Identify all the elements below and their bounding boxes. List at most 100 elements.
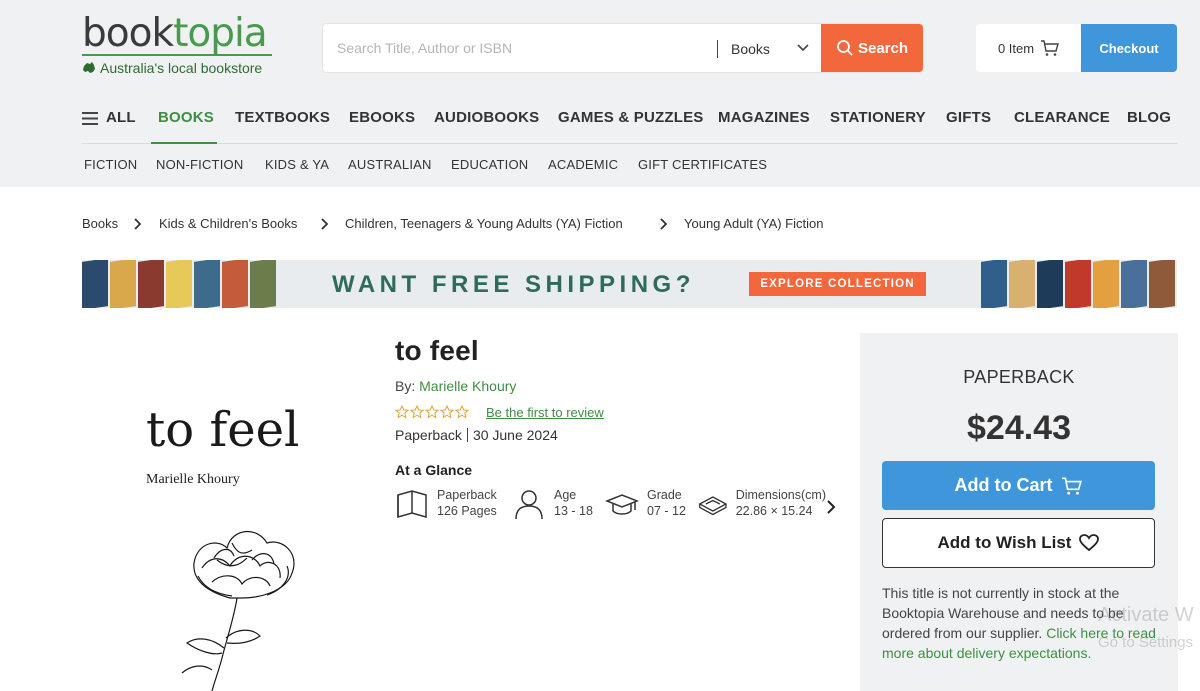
- search-button[interactable]: Search: [821, 24, 923, 72]
- book-cover-image: [1009, 260, 1035, 308]
- product-format: Paperback: [395, 427, 462, 443]
- heart-icon: [1079, 534, 1100, 552]
- search-category-select[interactable]: Books: [731, 41, 770, 57]
- breadcrumb-item[interactable]: Books: [82, 216, 118, 231]
- explore-collection-button[interactable]: EXPLORE COLLECTION: [749, 272, 926, 296]
- book-cover-image: [981, 260, 1007, 308]
- glance-label: Age: [554, 488, 577, 502]
- site-header: booktopia Australia's local bookstore Bo…: [0, 0, 1200, 187]
- glance-item-age: Age 13 - 18: [512, 487, 593, 523]
- nav-divider: [82, 143, 1177, 144]
- glance-item-format: Paperback 126 Pages: [395, 487, 497, 523]
- nav-item-blog[interactable]: BLOG: [1127, 109, 1171, 126]
- menu-icon[interactable]: [82, 112, 98, 125]
- flower-illustration-icon: [181, 530, 295, 691]
- logo-tagline: Australia's local bookstore: [82, 60, 262, 76]
- cart-count: 0 Item: [997, 40, 1035, 56]
- cart-icon: [1041, 40, 1059, 56]
- australia-map-icon: [83, 62, 95, 73]
- breadcrumb-item[interactable]: Children, Teenagers & Young Adults (YA) …: [345, 216, 623, 231]
- publish-date: 30 June 2024: [472, 427, 558, 443]
- breadcrumb-item[interactable]: Kids & Children's Books: [159, 216, 297, 231]
- star-icon: [395, 405, 409, 419]
- nav-active-indicator: [151, 142, 217, 144]
- breadcrumb-item[interactable]: Young Adult (YA) Fiction: [684, 216, 823, 231]
- search-divider: [717, 40, 718, 58]
- format-date-line: Paperback 30 June 2024: [395, 427, 558, 443]
- free-shipping-banner[interactable]: WANT FREE SHIPPING? EXPLORE COLLECTION: [82, 260, 1177, 308]
- add-to-wishlist-button[interactable]: Add to Wish List: [882, 518, 1155, 568]
- book-cover-image: [1093, 260, 1119, 308]
- subnav-item-gift-certificates[interactable]: GIFT CERTIFICATES: [638, 157, 767, 172]
- nav-item-clearance[interactable]: CLEARANCE: [1014, 109, 1110, 126]
- nav-item-books[interactable]: BOOKS: [158, 109, 214, 126]
- search-input[interactable]: [337, 36, 707, 60]
- product-byline: By: Marielle Khoury: [395, 378, 516, 394]
- book-icon: [397, 490, 427, 518]
- at-a-glance-heading: At a Glance: [395, 462, 473, 478]
- booktopia-logo[interactable]: booktopia Australia's local bookstore: [82, 11, 272, 76]
- glance-value: 126 Pages: [437, 504, 497, 518]
- chevron-right-icon: [321, 218, 329, 230]
- author-link[interactable]: Marielle Khoury: [419, 378, 516, 394]
- subnav-item-australian[interactable]: AUSTRALIAN: [348, 157, 432, 172]
- add-to-cart-button[interactable]: Add to Cart: [882, 461, 1155, 510]
- nav-item-audiobooks[interactable]: AUDIOBOOKS: [434, 109, 539, 126]
- book-cover-image: [1065, 260, 1091, 308]
- chevron-right-icon[interactable]: [824, 499, 838, 515]
- checkout-button[interactable]: Checkout: [1081, 24, 1177, 72]
- glance-label: Paperback: [437, 488, 497, 502]
- glance-label: Grade: [647, 488, 682, 502]
- book-cover-image: [138, 260, 164, 308]
- nav-item-stationery[interactable]: STATIONERY: [830, 109, 926, 126]
- book-cover-image: [194, 260, 220, 308]
- nav-item-gifts[interactable]: GIFTS: [946, 109, 991, 126]
- rating-stars: [395, 405, 469, 419]
- glance-value: 07 - 12: [647, 504, 686, 518]
- chevron-right-icon: [134, 218, 142, 230]
- search-button-label: Search: [857, 39, 909, 57]
- chevron-right-icon: [660, 218, 668, 230]
- book-cover-image: [250, 260, 276, 308]
- activation-watermark-sub: Go to Settings: [1098, 634, 1194, 651]
- product-title: to feel: [395, 335, 479, 366]
- book-cover-image: [110, 260, 136, 308]
- logo-wordmark: booktopia: [82, 11, 268, 56]
- book-cover-image: [166, 260, 192, 308]
- cover-title: to feel: [146, 402, 300, 458]
- glance-item-grade: Grade 07 - 12: [605, 487, 686, 523]
- add-to-wishlist-label: Add to Wish List: [937, 533, 1072, 552]
- cart-button[interactable]: 0 Item: [976, 24, 1082, 72]
- nav-item-games-puzzles[interactable]: GAMES & PUZZLES: [558, 109, 704, 126]
- add-to-cart-label: Add to Cart: [954, 475, 1053, 495]
- nav-item-all[interactable]: ALL: [106, 109, 136, 126]
- logo-part-topia: topia: [173, 11, 268, 56]
- nav-item-magazines[interactable]: MAGAZINES: [718, 109, 810, 126]
- subnav-item-non-fiction[interactable]: NON-FICTION: [156, 157, 243, 172]
- book-cover-image: [222, 260, 248, 308]
- glance-label: Dimensions(cm): [735, 488, 826, 502]
- subnav-item-academic[interactable]: ACADEMIC: [548, 157, 618, 172]
- glance-item-dimensions: Dimensions(cm) 22.86 × 15.24: [698, 487, 826, 523]
- star-icon: [440, 405, 454, 419]
- chevron-down-icon[interactable]: [795, 39, 811, 55]
- panel-format: PAPERBACK: [963, 367, 1075, 387]
- nav-item-textbooks[interactable]: TEXTBOOKS: [235, 109, 330, 126]
- banner-headline: WANT FREE SHIPPING?: [332, 271, 695, 298]
- search-icon: [837, 40, 853, 56]
- separator: [466, 428, 468, 442]
- glance-value: 13 - 18: [554, 504, 593, 518]
- first-review-link[interactable]: Be the first to review: [486, 405, 604, 420]
- banner-book-covers-right: [981, 260, 1177, 308]
- cover-author: Marielle Khoury: [146, 472, 240, 487]
- book-cover[interactable]: to feel Marielle Khoury: [82, 330, 362, 691]
- star-icon: [455, 405, 469, 419]
- nav-item-ebooks[interactable]: EBOOKS: [349, 109, 415, 126]
- graduation-cap-icon: [605, 494, 639, 515]
- book-cover-image: [1121, 260, 1147, 308]
- glance-value: 22.86 × 15.24: [735, 504, 813, 518]
- subnav-item-fiction[interactable]: FICTION: [84, 157, 137, 172]
- subnav-item-education[interactable]: EDUCATION: [451, 157, 528, 172]
- subnav-item-kids-ya[interactable]: KIDS & YA: [265, 157, 329, 172]
- by-label: By:: [395, 378, 416, 394]
